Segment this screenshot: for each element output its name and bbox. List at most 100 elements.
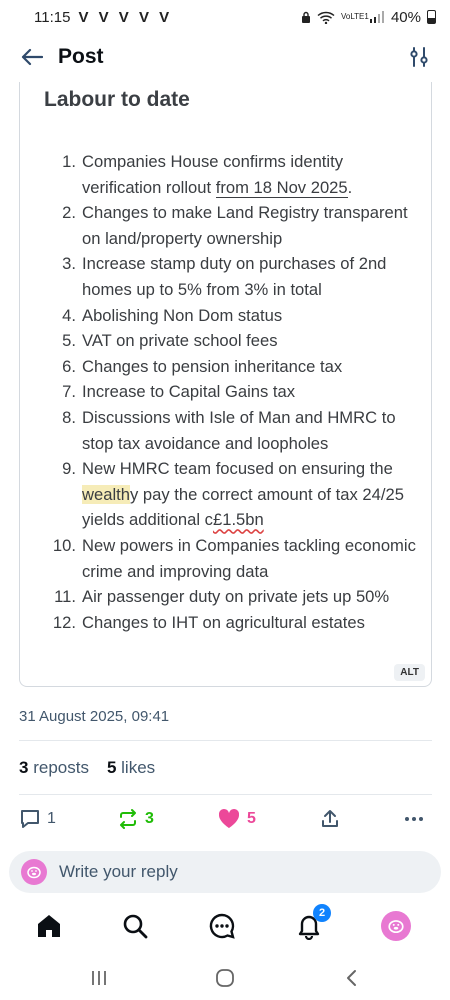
chat-icon <box>209 913 235 939</box>
avatar <box>381 911 411 941</box>
bottom-nav: 2 <box>0 900 450 952</box>
item-underlined: from 18 Nov 2025 <box>215 177 348 198</box>
reply-input[interactable]: Write your reply <box>9 851 441 893</box>
arrow-left-icon <box>21 48 43 66</box>
nav-search[interactable] <box>119 910 151 942</box>
more-button[interactable] <box>403 808 425 830</box>
avatar <box>21 859 47 885</box>
nav-profile[interactable] <box>380 910 412 942</box>
heart-icon <box>218 808 240 828</box>
item-text: New powers in Companies tackling economi… <box>82 535 416 581</box>
item-text-part: New HMRC team focused on ensuring the <box>82 459 393 479</box>
item-text: Changes to IHT on agricultural estates <box>82 612 365 632</box>
recents-icon <box>92 971 106 985</box>
system-nav <box>0 955 450 1000</box>
item-text: Abolishing Non Dom status <box>82 305 283 325</box>
item-number: 12. <box>52 612 76 632</box>
item-highlight: wealth <box>82 484 130 504</box>
likes-stat[interactable]: 5 likes <box>107 758 155 778</box>
item-text: Changes to make Land Registry transparen… <box>82 203 408 248</box>
list-item: 5. VAT on private school fees <box>42 328 422 354</box>
lock-icon <box>301 11 310 23</box>
item-text: Companies House confirms identity verifi… <box>82 149 422 200</box>
nav-home[interactable] <box>33 910 65 942</box>
search-icon <box>123 914 148 939</box>
repost-button[interactable]: 3 <box>117 808 154 830</box>
like-count: 5 <box>247 810 256 827</box>
item-text: New HMRC team focused on ensuring the we… <box>82 456 422 533</box>
item-number: 9. <box>62 459 76 479</box>
status-bar: 11:15 V V V V V VoLTE1 40% <box>0 0 450 34</box>
likes-label: likes <box>121 758 156 777</box>
notification-badge: 2 <box>313 904 331 922</box>
more-dots-icon <box>405 817 423 821</box>
reply-icon <box>21 810 39 828</box>
header: Post <box>0 34 450 80</box>
wifi-icon <box>317 11 335 24</box>
list-item: 4. Abolishing Non Dom status <box>42 303 422 329</box>
like-button[interactable]: 5 <box>217 808 256 830</box>
back-system-button[interactable] <box>336 963 366 993</box>
item-number: 4. <box>62 305 76 325</box>
reposts-count: 3 <box>19 758 29 777</box>
item-text: Air passenger duty on private jets up 50… <box>82 587 390 607</box>
list-item: 9. New HMRC team focused on ensuring the … <box>42 456 422 533</box>
reply-count: 1 <box>47 810 56 827</box>
back-button[interactable] <box>16 41 48 73</box>
list-item: 1. Companies House confirms identity veri… <box>42 149 422 200</box>
likes-count: 5 <box>106 758 117 777</box>
post-actions: 1 3 5 <box>19 808 432 838</box>
list-item: 7. Increase to Capital Gains tax <box>42 379 422 405</box>
divider <box>19 794 432 795</box>
alt-badge[interactable]: ALT <box>394 664 425 681</box>
list-item: 8. Discussions with Isle of Man and HMRC … <box>42 405 422 456</box>
sliders-icon <box>410 47 428 67</box>
item-number: 8. <box>62 407 76 427</box>
volte-label: VoLTE1 <box>340 12 369 21</box>
image-list: 1. Companies House confirms identity veri… <box>42 149 422 635</box>
item-squiggle: £1.5bn <box>212 510 264 530</box>
list-item: 12. Changes to IHT on agricultural estate… <box>42 610 422 636</box>
repost-icon <box>120 809 136 829</box>
reposts-stat[interactable]: 3 reposts <box>19 758 89 778</box>
nav-notifications[interactable]: 2 <box>293 904 331 942</box>
list-item: 3. Increase stamp duty on purchases of 2n… <box>42 251 422 302</box>
item-text: Increase stamp duty on purchases of 2nd … <box>82 254 387 299</box>
post-date: 31 August 2025, 09:41 <box>19 708 170 725</box>
item-text: Changes to pension inheritance tax <box>82 356 343 376</box>
repost-count: 3 <box>145 810 154 827</box>
list-item: 2. Changes to make Land Registry transpar… <box>42 200 422 251</box>
notification-icons: V V V V V <box>78 8 173 26</box>
home-button[interactable] <box>210 963 240 993</box>
item-number: 2. <box>62 203 76 223</box>
nav-chat[interactable] <box>206 910 238 942</box>
post-image[interactable]: Labour to date 1. Companies House confirm… <box>19 82 432 687</box>
share-icon <box>322 810 338 827</box>
item-text: Increase to Capital Gains tax <box>82 382 296 402</box>
item-number: 11. <box>54 587 76 607</box>
item-text: Discussions with Isle of Man and HMRC to… <box>82 407 396 453</box>
reply-button[interactable]: 1 <box>19 808 56 830</box>
status-time: 11:15 <box>34 8 71 26</box>
status-right: VoLTE1 40% <box>301 9 436 26</box>
pig-icon <box>27 866 41 879</box>
home-circle-icon <box>216 969 234 987</box>
reposts-label: reposts <box>33 758 89 777</box>
image-heading: Labour to date <box>44 88 190 111</box>
item-number: 3. <box>62 254 76 274</box>
item-number: 7. <box>62 382 76 402</box>
battery-icon <box>427 10 436 24</box>
battery-percent: 40% <box>390 8 421 26</box>
list-item: 10. New powers in Companies tackling econ… <box>42 533 422 584</box>
reply-placeholder: Write your reply <box>59 862 178 881</box>
item-number: 1. <box>62 152 76 171</box>
divider <box>19 740 432 741</box>
signal-icon <box>369 11 384 23</box>
filter-button[interactable] <box>404 42 434 72</box>
recents-button[interactable] <box>84 963 114 993</box>
item-number: 10. <box>52 535 76 555</box>
pig-icon <box>388 920 404 934</box>
share-button[interactable] <box>319 808 341 830</box>
post-stats: 3 reposts 5 likes <box>19 758 155 778</box>
item-tail: . <box>347 177 353 197</box>
